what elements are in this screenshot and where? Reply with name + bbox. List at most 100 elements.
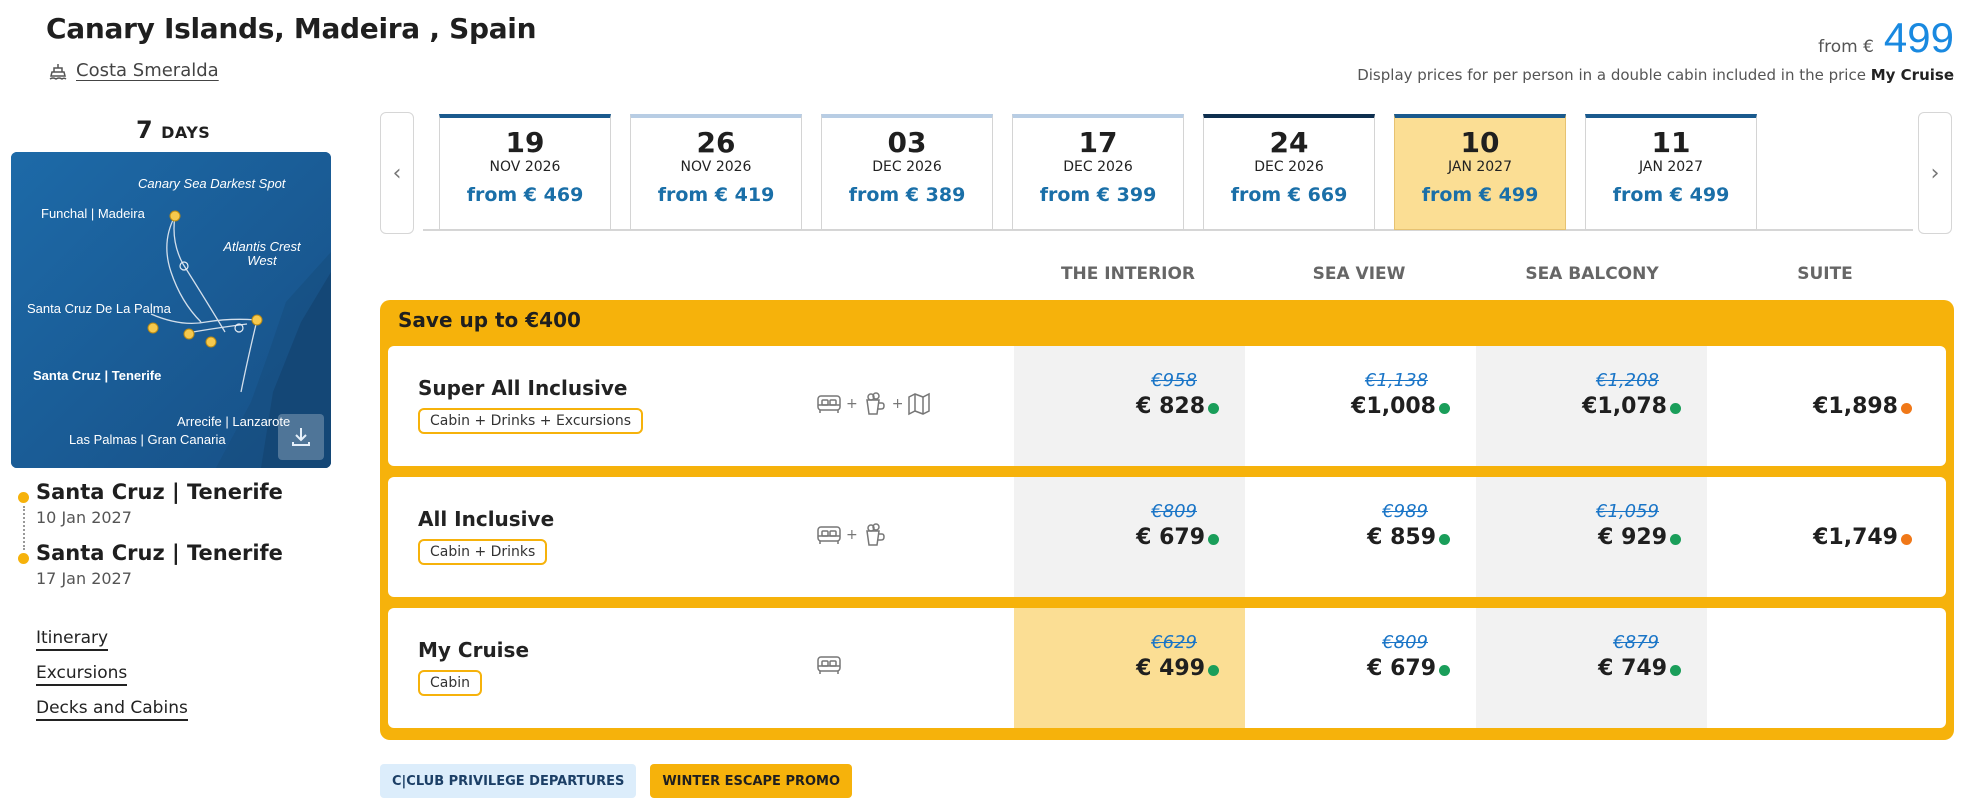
price-cell-sea-view[interactable]: €809 € 679 — [1245, 608, 1476, 728]
date-price: from € 499 — [1612, 184, 1730, 206]
availability-dot — [1670, 665, 1681, 676]
itinerary-map[interactable]: Canary Sea Darkest Spot Funchal | Madeir… — [11, 152, 331, 468]
price-cell-sea-balcony[interactable]: €1,059 € 929 — [1476, 477, 1707, 597]
availability-dot — [1208, 403, 1219, 414]
date-month: DEC 2026 — [872, 159, 942, 175]
package-name: All Inclusive — [418, 507, 555, 531]
date-card[interactable]: 19 NOV 2026 from € 469 — [439, 114, 611, 230]
package-name: Super All Inclusive — [418, 376, 628, 400]
port-name: Santa Cruz | Tenerife — [36, 541, 283, 565]
package-tag: Cabin — [418, 670, 483, 696]
price-old: €879 — [1613, 632, 1659, 653]
map-icon — [908, 392, 931, 416]
date-day: 10 — [1460, 126, 1500, 159]
price-cell-suite[interactable]: €1,749 — [1707, 477, 1938, 597]
date-card[interactable]: 11 JAN 2027 from € 499 — [1585, 114, 1757, 230]
map-label-las-palmas: Las Palmas | Gran Canaria — [69, 432, 226, 447]
package-row: All Inclusive Cabin + Drinks + €809 € 67… — [388, 477, 1946, 597]
price-from-value: 499 — [1883, 14, 1954, 61]
date-price: from € 499 — [1421, 184, 1539, 206]
package-icons: + — [816, 523, 888, 547]
col-sea-balcony: SEA BALCONY — [1525, 264, 1659, 284]
duration-unit: DAYS — [161, 123, 211, 142]
price-cell-sea-view[interactable]: €1,138 €1,008 — [1245, 346, 1476, 466]
dates-next-button[interactable]: › — [1918, 112, 1952, 234]
port-arrival: Santa Cruz | Tenerife 17 Jan 2027 — [14, 541, 283, 588]
link-decks-cabins[interactable]: Decks and Cabins — [36, 698, 188, 721]
price-new: € 828 — [1136, 394, 1205, 419]
bed-icon — [817, 656, 841, 674]
price-old: €1,208 — [1596, 370, 1659, 391]
bed-icon — [817, 395, 841, 413]
price-old: €989 — [1382, 501, 1428, 522]
port-date: 10 Jan 2027 — [36, 508, 132, 527]
package-row: Super All Inclusive Cabin + Drinks + Exc… — [388, 346, 1946, 466]
price-new: €1,078 — [1582, 394, 1667, 419]
badge-club-privilege[interactable]: C|CLUB PRIVILEGE DEPARTURES — [380, 764, 637, 798]
price-note-text: Display prices for per person in a doubl… — [1357, 66, 1866, 84]
detail-links: Itinerary Excursions Decks and Cabins — [36, 628, 188, 733]
bed-icon — [817, 526, 841, 544]
price-new: € 929 — [1598, 525, 1667, 550]
dates-prev-button[interactable]: ‹ — [380, 112, 414, 234]
chevron-right-icon: › — [1930, 160, 1940, 186]
date-card[interactable]: 17 DEC 2026 from € 399 — [1012, 114, 1184, 230]
price-old: €1,059 — [1596, 501, 1659, 522]
date-month: DEC 2026 — [1063, 159, 1133, 175]
price-cell-interior[interactable]: €809 € 679 — [1014, 477, 1245, 597]
link-excursions[interactable]: Excursions — [36, 663, 128, 686]
date-day: 26 — [696, 126, 736, 159]
download-icon[interactable] — [278, 414, 324, 460]
price-new: €1,749 — [1813, 525, 1898, 550]
cruise-title: Canary Islands, Madeira , Spain — [46, 12, 537, 45]
badge-winter-escape[interactable]: WINTER ESCAPE PROMO — [650, 764, 853, 798]
date-price: from € 399 — [1039, 184, 1157, 206]
price-cell-sea-balcony[interactable]: €879 € 749 — [1476, 608, 1707, 728]
col-suite: SUITE — [1797, 264, 1853, 284]
link-itinerary[interactable]: Itinerary — [36, 628, 109, 651]
price-cell-interior[interactable]: €958 € 828 — [1014, 346, 1245, 466]
availability-dot — [1670, 534, 1681, 545]
price-cell-sea-balcony[interactable]: €1,208 €1,078 — [1476, 346, 1707, 466]
chevron-left-icon: ‹ — [392, 160, 402, 186]
price-old: €809 — [1382, 632, 1428, 653]
col-sea-view: SEA VIEW — [1312, 264, 1406, 284]
price-old: €958 — [1151, 370, 1197, 391]
ship-name[interactable]: Costa Smeralda — [76, 60, 219, 81]
package-icons — [816, 654, 842, 676]
availability-dot — [1901, 534, 1912, 545]
date-card[interactable]: 26 NOV 2026 from € 419 — [630, 114, 802, 230]
date-month: NOV 2026 — [680, 159, 752, 175]
duration-number: 7 — [136, 116, 153, 144]
promo-badges: C|CLUB PRIVILEGE DEPARTURES WINTER ESCAP… — [380, 764, 853, 798]
date-card-selected[interactable]: 10 JAN 2027 from € 499 — [1394, 114, 1566, 230]
price-new: € 859 — [1367, 525, 1436, 550]
promo-title: Save up to €400 — [398, 308, 581, 332]
drink-icon — [865, 392, 885, 415]
package-tag: Cabin + Drinks — [418, 539, 548, 565]
availability-dot — [1439, 665, 1450, 676]
package-tag: Cabin + Drinks + Excursions — [418, 408, 644, 434]
date-month: JAN 2027 — [1638, 159, 1703, 175]
price-cell-suite[interactable]: €1,898 — [1707, 346, 1938, 466]
map-label-arrecife: Arrecife | Lanzarote — [177, 414, 291, 429]
ship-link[interactable]: Costa Smeralda — [48, 60, 219, 81]
date-price: from € 469 — [466, 184, 584, 206]
map-label-canary-sea: Canary Sea Darkest Spot — [138, 176, 286, 191]
col-interior: THE INTERIOR — [1060, 264, 1196, 284]
price-new: €1,008 — [1351, 394, 1436, 419]
port-dot — [18, 492, 29, 503]
map-label-santa-cruz-palma: Santa Cruz De La Palma — [27, 301, 171, 316]
availability-dot — [1208, 665, 1219, 676]
price-new: €1,898 — [1813, 394, 1898, 419]
availability-dot — [1670, 403, 1681, 414]
date-card[interactable]: 24 DEC 2026 from € 669 — [1203, 114, 1375, 230]
price-from-label: from € — [1818, 37, 1874, 57]
price-cell-interior-selected[interactable]: €629 € 499 — [1014, 608, 1245, 728]
date-day: 24 — [1269, 126, 1309, 159]
date-card[interactable]: 03 DEC 2026 from € 389 — [821, 114, 993, 230]
price-old: €629 — [1151, 632, 1197, 653]
availability-dot — [1208, 534, 1219, 545]
ship-icon — [48, 61, 68, 81]
price-cell-sea-view[interactable]: €989 € 859 — [1245, 477, 1476, 597]
